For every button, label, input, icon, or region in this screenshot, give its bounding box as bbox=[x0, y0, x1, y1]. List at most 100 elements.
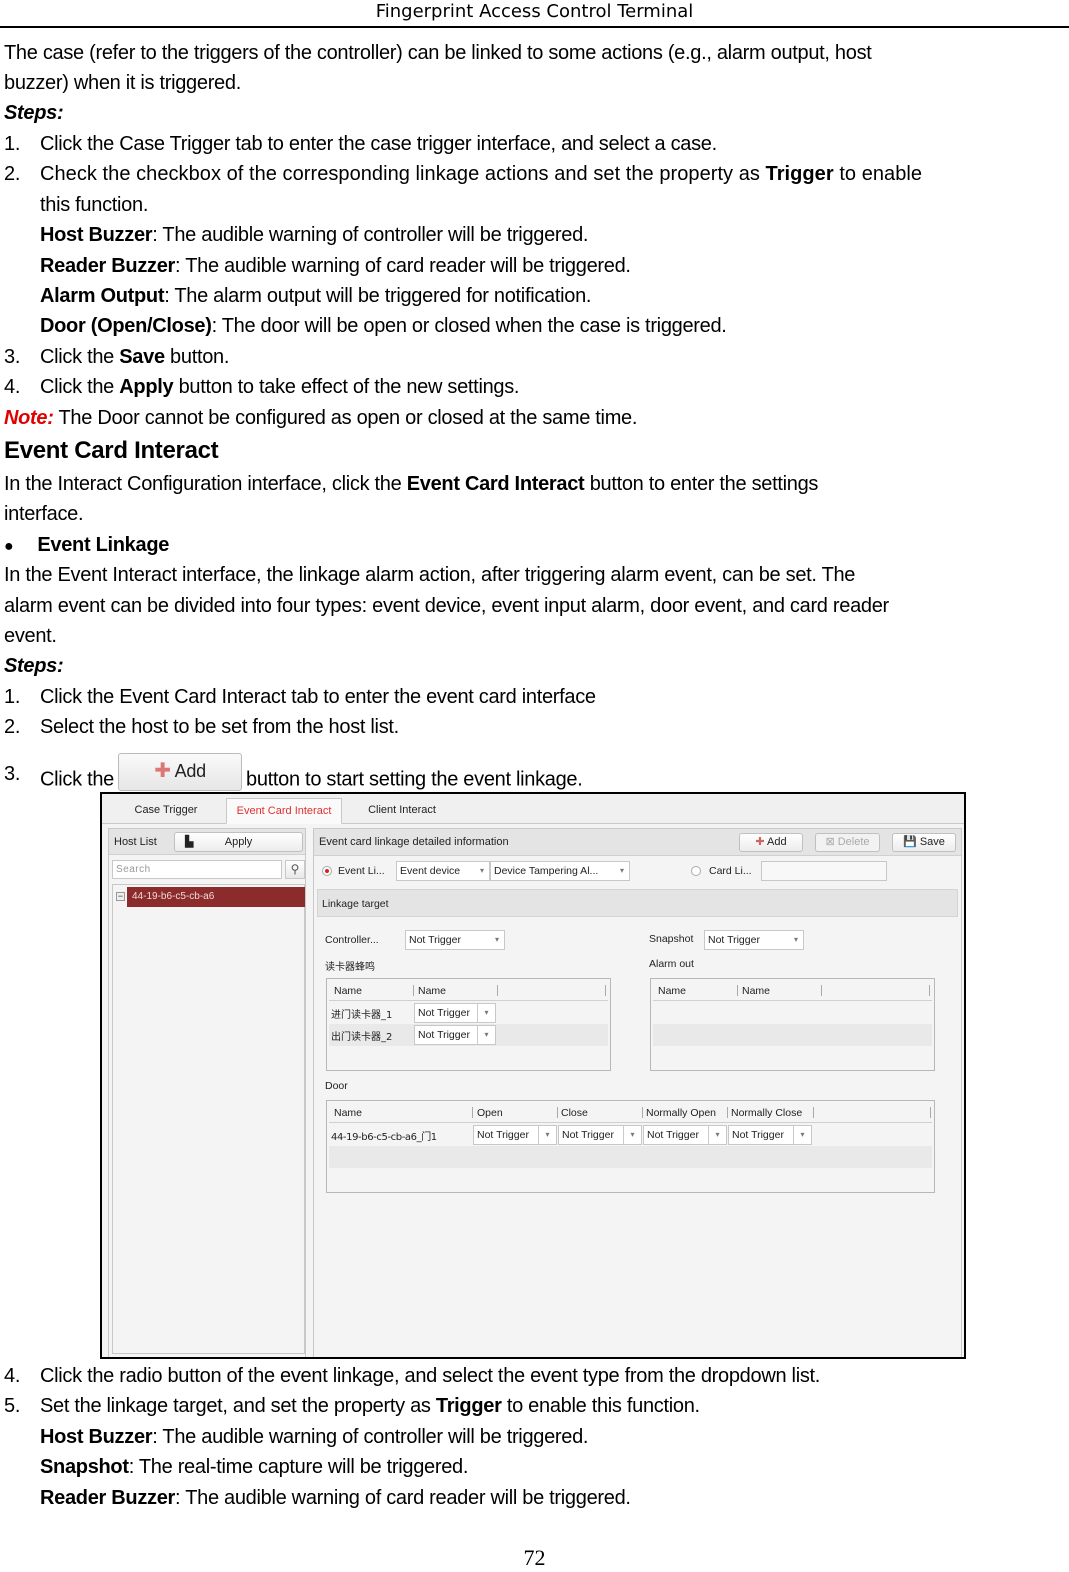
column-divider bbox=[605, 985, 606, 996]
column-divider bbox=[737, 985, 738, 996]
case-step-3-num: 3. bbox=[4, 346, 21, 368]
delete-icon: ⊠ bbox=[825, 836, 835, 848]
event-step-3-num: 3. bbox=[4, 763, 21, 785]
column-header: Name bbox=[334, 985, 363, 997]
column-divider bbox=[413, 985, 414, 996]
card-linkage-radio[interactable] bbox=[691, 866, 701, 876]
door-close-value: Not Trigger bbox=[562, 1129, 614, 1141]
tab-event-card-interact[interactable]: Event Card Interact bbox=[226, 798, 342, 824]
door-normally-close-select[interactable]: Not Trigger ▾ bbox=[728, 1125, 812, 1145]
section-title: Event Card Interact bbox=[4, 437, 219, 464]
column-header: Name bbox=[742, 985, 771, 997]
chevron-down-icon: ▾ bbox=[479, 866, 484, 875]
host-item-selected[interactable]: 44-19-b6-c5-cb-a6 bbox=[127, 887, 305, 907]
column-divider bbox=[497, 985, 498, 996]
door-close-select[interactable]: Not Trigger ▾ bbox=[558, 1125, 642, 1145]
def-door: Door (Open/Close): The door will be open… bbox=[40, 313, 727, 339]
door-open-select[interactable]: Not Trigger ▾ bbox=[473, 1125, 557, 1145]
host-list-header: Host List ▙ Apply bbox=[109, 829, 305, 855]
chevron-down-icon: ▾ bbox=[477, 1004, 495, 1022]
column-header: Normally Close bbox=[731, 1107, 803, 1119]
event-step-1-num: 1. bbox=[4, 686, 21, 708]
section-para-1-line-2: interface. bbox=[4, 503, 84, 525]
snapshot-select[interactable]: Not Trigger ▾ bbox=[704, 930, 804, 950]
def-reader-buzzer: Reader Buzzer: The audible warning of ca… bbox=[40, 253, 631, 279]
case-step-2-line-2: this function. bbox=[40, 194, 149, 216]
tab-case-trigger[interactable]: Case Trigger bbox=[116, 798, 216, 824]
desc: : The alarm output will be triggered for… bbox=[164, 285, 592, 307]
event-step-1-text: Click the Event Card Interact tab to ent… bbox=[40, 686, 596, 708]
table-header: Name Open Close Normally Open Normally C… bbox=[329, 1103, 932, 1123]
snapshot-label: Snapshot bbox=[649, 933, 694, 945]
case-step-3-text: Click the Save button. bbox=[40, 344, 229, 370]
host-list-title: Host List bbox=[114, 836, 157, 848]
text: Click the bbox=[40, 346, 114, 368]
intro-line-1: The case (refer to the triggers of the c… bbox=[4, 42, 872, 64]
desc: : The audible warning of card reader wil… bbox=[175, 255, 631, 277]
def-alarm-output: Alarm Output: The alarm output will be t… bbox=[40, 283, 591, 309]
door-normally-open-value: Not Trigger bbox=[647, 1129, 699, 1141]
tab-client-interact[interactable]: Client Interact bbox=[352, 798, 452, 824]
event-step-5-num: 5. bbox=[4, 1395, 21, 1417]
bold-term: Apply bbox=[119, 376, 174, 398]
search-button[interactable]: ⚲ bbox=[285, 860, 305, 879]
reader-1-trigger-select[interactable]: Not Trigger ▾ bbox=[414, 1003, 496, 1023]
host-search-input[interactable]: Search bbox=[112, 860, 282, 879]
event-name-select[interactable]: Device Tampering Al... ▾ bbox=[490, 861, 630, 881]
def-reader-buzzer-2: Reader Buzzer: The audible warning of ca… bbox=[40, 1485, 631, 1511]
column-divider bbox=[929, 985, 930, 996]
column-header: Name bbox=[658, 985, 687, 997]
case-step-1: 1. bbox=[4, 131, 20, 157]
text: button. bbox=[170, 346, 230, 368]
text: In the Interact Configuration interface,… bbox=[4, 473, 402, 495]
collapse-icon[interactable]: − bbox=[116, 892, 125, 901]
door-table: Name Open Close Normally Open Normally C… bbox=[326, 1100, 935, 1193]
term: Host Buzzer bbox=[40, 1426, 153, 1448]
text: Set the linkage target, and set the prop… bbox=[40, 1395, 431, 1417]
step-number: 1. bbox=[4, 133, 21, 155]
host-tree: − 44-19-b6-c5-cb-a6 bbox=[112, 884, 305, 1354]
case-step-4-text: Click the Apply button to take effect of… bbox=[40, 374, 520, 400]
column-divider bbox=[813, 1107, 814, 1118]
chevron-down-icon: ▾ bbox=[793, 1126, 811, 1144]
bold-term: Trigger bbox=[435, 1395, 502, 1417]
event-step-2-num: 2. bbox=[4, 716, 21, 738]
column-header: Normally Open bbox=[646, 1107, 717, 1119]
chevron-down-icon: ▾ bbox=[494, 935, 499, 944]
table-header: Name Name bbox=[653, 981, 932, 1001]
controller-select[interactable]: Not Trigger ▾ bbox=[405, 930, 505, 950]
apply-button[interactable]: ▙ Apply bbox=[174, 832, 303, 852]
case-step-2-text: Check the checkbox of the corresponding … bbox=[40, 161, 922, 187]
desc: : The real-time capture will be triggere… bbox=[128, 1456, 469, 1478]
column-header: Open bbox=[477, 1107, 503, 1119]
chevron-down-icon: ▾ bbox=[619, 866, 624, 875]
term: Snapshot bbox=[40, 1456, 129, 1478]
detail-header: Event card linkage detailed information … bbox=[314, 829, 961, 856]
text: Click the bbox=[40, 768, 114, 791]
detail-title: Event card linkage detailed information bbox=[319, 836, 509, 848]
empty-row bbox=[329, 1146, 932, 1168]
chevron-down-icon: ▾ bbox=[538, 1126, 556, 1144]
def-host-buzzer: Host Buzzer: The audible warning of cont… bbox=[40, 222, 588, 248]
chevron-down-icon: ▾ bbox=[623, 1126, 641, 1144]
column-divider bbox=[930, 1107, 931, 1118]
chevron-down-icon: ▾ bbox=[793, 935, 798, 944]
add-button[interactable]: ✚ Add bbox=[739, 833, 803, 852]
delete-button[interactable]: ⊠ Delete bbox=[815, 833, 880, 852]
column-header: Close bbox=[561, 1107, 588, 1119]
section-para-2-line-2: alarm event can be divided into four typ… bbox=[4, 595, 889, 617]
reader-2-trigger-select[interactable]: Not Trigger ▾ bbox=[414, 1025, 496, 1045]
text: to enable bbox=[839, 163, 923, 185]
card-linkage-input[interactable] bbox=[761, 861, 887, 881]
case-step-2-num: 2. bbox=[4, 163, 21, 185]
linkage-target-header: Linkage target bbox=[317, 889, 958, 917]
reader-value: Not Trigger bbox=[418, 1029, 470, 1041]
save-icon: 💾 bbox=[903, 836, 917, 848]
event-type-select[interactable]: Event device ▾ bbox=[396, 861, 490, 881]
door-normally-open-select[interactable]: Not Trigger ▾ bbox=[643, 1125, 727, 1145]
plus-icon: ✚ bbox=[755, 836, 765, 848]
save-button[interactable]: 💾 Save bbox=[892, 833, 956, 852]
event-type-value: Event device bbox=[400, 865, 461, 877]
event-linkage-radio[interactable] bbox=[322, 866, 332, 876]
controller-label: Controller... bbox=[325, 934, 379, 946]
